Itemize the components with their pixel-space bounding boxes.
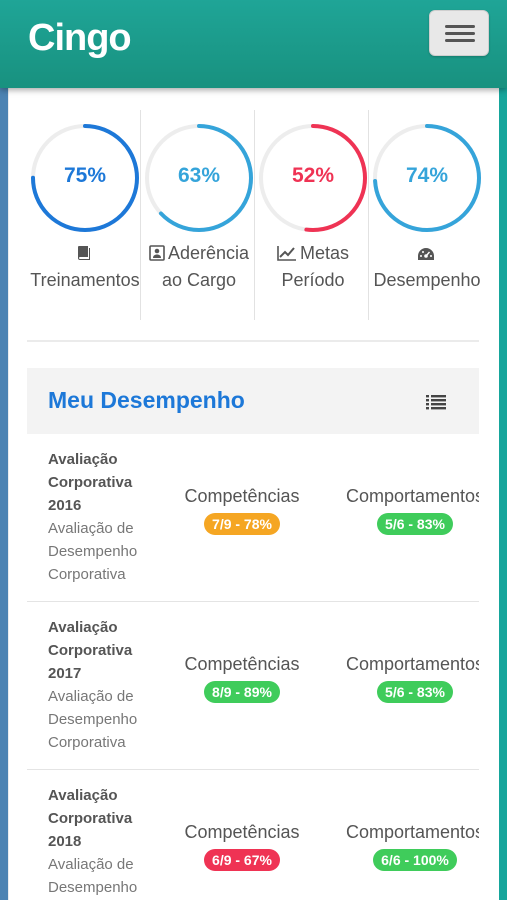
comportamentos-label: Comportamentos [345,822,479,842]
evaluation-row[interactable]: Avaliação Corporativa 2018 Avaliação de … [27,770,479,900]
stat-value: 52% [291,164,335,187]
section-title: Meu Desempenho [48,387,245,413]
stat-value: 63% [177,164,221,187]
stats-row: 75% Treinamentos 63% Aderência ao Cargo … [27,110,483,342]
competencias-badge: 6/9 - 67% [204,849,280,871]
evaluation-subtitle: Avaliação de Desempenho Corporativa [48,856,138,896]
competencias-badge: 8/9 - 89% [204,681,280,703]
competencias-label: Competências [184,822,300,842]
stat-desempenho[interactable]: 74% Desempenho [369,110,483,320]
menu-bar-icon [445,39,475,42]
stat-aderencia[interactable]: 63% Aderência ao Cargo [141,110,255,320]
stat-label: Desempenho [357,240,497,294]
stat-label-line1: Desempenho [373,270,481,290]
stat-metas[interactable]: 52% Metas Período [255,110,369,320]
comportamentos-badge: 6/6 - 100% [373,849,457,871]
stat-value: 74% [405,164,449,187]
evaluation-row[interactable]: Avaliação Corporativa 2016 Avaliação de … [27,434,479,602]
comportamentos-badge: 5/6 - 83% [377,513,453,535]
comportamentos-metric[interactable]: Comportamentos 6/6 - 100% [330,822,479,871]
stat-label-line1: Aderência [167,243,250,263]
evaluation-subtitle: Avaliação de Desempenho Corporativa [48,688,138,751]
stat-label-line1: Metas [299,243,350,263]
comportamentos-label: Comportamentos [345,486,479,506]
comportamentos-badge: 5/6 - 83% [377,681,453,703]
dashboard-icon [417,248,434,260]
content-panel: 75% Treinamentos 63% Aderência ao Cargo … [9,88,499,900]
menu-bar-icon [445,25,475,28]
competencias-metric[interactable]: Competências 7/9 - 78% [167,486,317,535]
section-header: Meu Desempenho [27,368,479,434]
id-card-icon [149,245,165,261]
stat-label-line2: Período [281,270,345,290]
comportamentos-metric[interactable]: Comportamentos 5/6 - 83% [330,486,479,535]
list-icon[interactable] [426,394,446,410]
competencias-metric[interactable]: Competências 8/9 - 89% [167,654,317,703]
competencias-label: Competências [184,654,300,674]
menu-bar-icon [445,32,475,35]
evaluation-subtitle: Avaliação de Desempenho Corporativa [48,520,138,583]
stat-treinamentos[interactable]: 75% Treinamentos [27,110,141,320]
evaluation-name: Avaliação Corporativa 2017 [48,619,133,682]
competencias-badge: 7/9 - 78% [204,513,280,535]
comportamentos-metric[interactable]: Comportamentos 5/6 - 83% [330,654,479,703]
evaluation-name: Avaliação Corporativa 2016 [48,451,133,514]
book-icon [77,246,90,260]
meu-desempenho-section: Meu Desempenho Avaliação Corporativa 201… [27,368,479,900]
evaluation-name: Avaliação Corporativa 2018 [48,787,133,850]
evaluation-row[interactable]: Avaliação Corporativa 2017 Avaliação de … [27,602,479,770]
competencias-metric[interactable]: Competências 6/9 - 67% [167,822,317,871]
stat-label-line1: Treinamentos [30,270,140,290]
line-chart-icon [277,246,296,261]
stat-value: 75% [63,164,107,187]
comportamentos-label: Comportamentos [345,654,479,674]
competencias-label: Competências [184,486,300,506]
top-navbar: Cingo [0,0,507,88]
brand-logo[interactable]: Cingo [28,17,132,60]
divider [27,340,479,342]
stat-label-line2: ao Cargo [161,270,237,290]
hamburger-menu-button[interactable] [429,10,489,56]
